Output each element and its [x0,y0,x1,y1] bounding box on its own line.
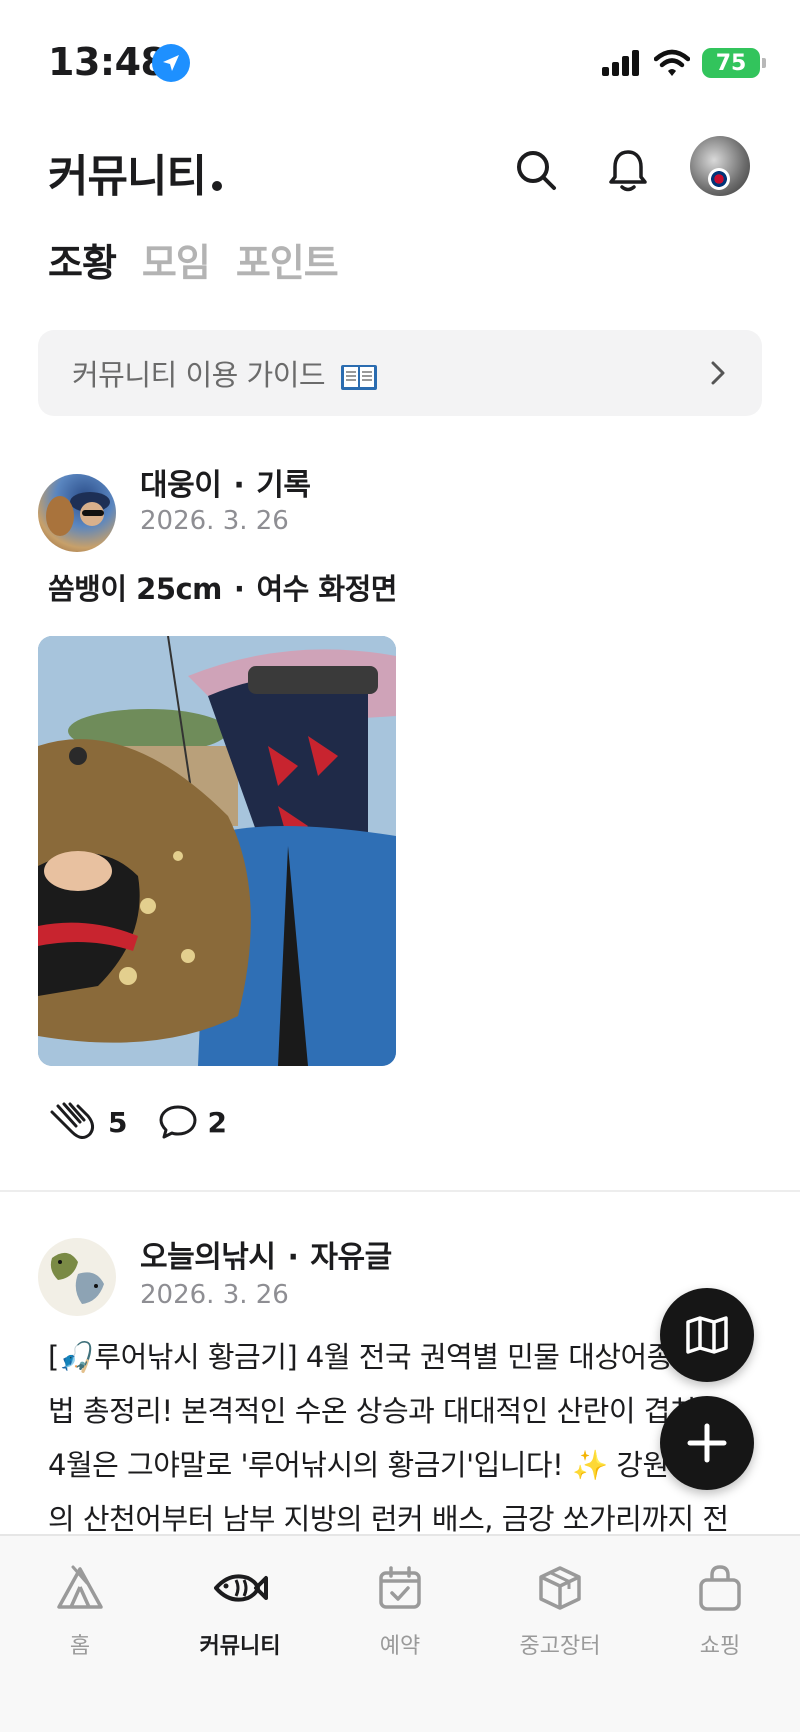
catch-summary: 쏨뱅이 25cm · 여수 화정면 [48,566,397,608]
fish-icon [212,1560,268,1616]
app-header: 커뮤니티 [0,120,800,230]
chevron-right-icon [711,361,725,385]
status-time: 13:48 [48,40,167,84]
title-dot [211,181,222,191]
author-line: 대웅이 · 기록 [140,460,311,504]
community-guide-banner[interactable]: 커뮤니티 이용 가이드 [38,330,762,416]
wifi-icon [654,49,690,76]
page-title-wrap: 커뮤니티 [48,140,222,204]
author-line: 오늘의낚시 · 자유글 [140,1232,392,1276]
comment-count: 2 [207,1105,227,1139]
nav-label: 커뮤니티 [199,1634,281,1659]
separator: · [233,572,245,606]
bottom-navigation: 홈 커뮤니티 예약 중고장터 쇼핑 [0,1534,800,1732]
guide-label-wrap: 커뮤니티 이용 가이드 [72,352,708,394]
comment-button[interactable]: 2 [157,1103,227,1141]
catch-photo[interactable] [38,636,396,1066]
post-body: [🎣루어낚시 황금기] 4월 전국 권역별 민물 대상어종 공략법 총정리! 본… [48,1340,735,1534]
nav-used-market[interactable]: 중고장터 [480,1536,640,1732]
post-card[interactable]: 대웅이 · 기록 2026. 3. 26 쏨뱅이 25cm · 여수 화정면 5… [0,440,800,1180]
nav-community[interactable]: 커뮤니티 [160,1536,320,1732]
nav-shopping[interactable]: 쇼핑 [640,1536,800,1732]
separator: · [287,1240,299,1275]
nav-reservation[interactable]: 예약 [320,1536,480,1732]
post-date: 2026. 3. 26 [140,506,289,536]
nav-home[interactable]: 홈 [0,1536,160,1732]
search-button[interactable] [506,140,566,200]
status-indicators: 75 [602,46,766,80]
post-category: 자유글 [310,1240,392,1275]
page-title: 커뮤니티 [48,151,207,202]
shopping-bag-icon [692,1560,748,1616]
author-avatar[interactable] [38,1238,116,1316]
book-icon [340,365,377,390]
location-arrow-icon [152,44,190,82]
tab-meetup[interactable]: 모임 [142,232,211,287]
clap-count: 5 [108,1105,128,1139]
nav-label: 홈 [69,1634,91,1659]
notifications-button[interactable] [598,140,658,200]
comment-icon [159,1105,197,1139]
community-tabs: 조황 모임 포인트 [48,232,339,287]
post-divider [0,1190,800,1192]
author-avatar[interactable] [38,474,116,552]
tab-fishing-report[interactable]: 조황 [48,232,117,287]
map-button[interactable] [660,1288,754,1382]
box-icon [532,1560,588,1616]
post-category: 기록 [256,468,311,503]
nav-label: 예약 [379,1634,421,1659]
nav-label: 중고장터 [519,1634,601,1659]
tent-icon [52,1560,108,1616]
reactions-bar: 5 2 [48,1100,227,1144]
profile-avatar[interactable] [690,136,750,196]
calendar-check-icon [372,1560,428,1616]
separator: · [233,468,245,503]
status-bar: 13:48 75 [0,0,800,120]
plus-icon [687,1423,727,1463]
author-name[interactable]: 대웅이 [140,468,222,503]
search-icon [517,151,556,190]
post-date: 2026. 3. 26 [140,1280,289,1310]
nav-label: 쇼핑 [699,1634,741,1659]
bell-icon [609,150,647,192]
author-name[interactable]: 오늘의낚시 [140,1240,276,1275]
battery-indicator: 75 [702,48,766,78]
tab-point[interactable]: 포인트 [236,232,339,287]
catch-species: 쏨뱅이 25cm [48,572,222,606]
clap-button[interactable]: 5 [48,1100,127,1144]
flag-icon [708,168,730,190]
battery-level: 75 [715,50,747,76]
map-icon [686,1316,728,1354]
clap-icon [50,1102,95,1139]
guide-label: 커뮤니티 이용 가이드 [72,358,326,392]
signal-icon [602,50,639,76]
catch-location: 여수 화정면 [256,572,397,606]
add-post-button[interactable] [660,1396,754,1490]
